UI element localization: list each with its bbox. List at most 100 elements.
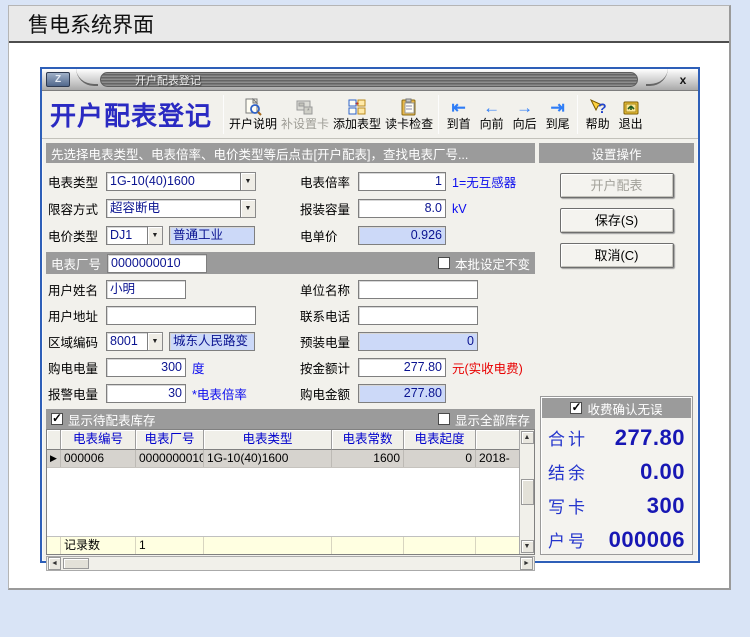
svg-text:?: ? [598, 100, 607, 116]
factory-no-input[interactable]: 0000000010 [107, 254, 207, 273]
read-card-check-button[interactable]: 读卡检查 [383, 96, 435, 133]
table-vertical-scrollbar[interactable]: ▲ ▼ [519, 430, 534, 554]
titlebar-swoosh-right [646, 68, 668, 86]
meter-ratio-hint: 1=无互感器 [452, 172, 516, 191]
toolbar-button-label: 到首 [447, 117, 471, 131]
alarm-qty-hint: *电表倍率 [192, 384, 247, 403]
user-addr-input[interactable] [106, 306, 256, 325]
price-type-desc: 普通工业 [169, 226, 255, 245]
user-name-label: 用户姓名 [48, 280, 106, 299]
footer-cell [204, 537, 332, 554]
write-card-value: 300 [647, 493, 685, 519]
purchase-qty-label: 购电电量 [48, 358, 106, 377]
table-horizontal-scrollbar[interactable]: ◄ ► [46, 556, 535, 571]
toolbar-button-label: 向前 [480, 117, 504, 131]
area-code-select[interactable]: 8001 ▼ [106, 332, 163, 351]
fee-confirm-checkbox[interactable] [570, 402, 582, 414]
titlebar-swoosh-left [76, 68, 98, 86]
purchase-amount-label: 购电金额 [300, 384, 358, 403]
main-area: 先选择电表类型、电表倍率、电价类型等后点击[开户配表]，查找电表厂号... 电表… [46, 143, 535, 557]
toolbar-separator [577, 95, 578, 134]
scroll-right-icon[interactable]: ► [520, 557, 533, 570]
toolbar-button-label: 帮助 [586, 117, 610, 131]
supplement-card-button[interactable]: * 补设置卡 [279, 96, 331, 133]
status-hint-bar: 先选择电表类型、电表倍率、电价类型等后点击[开户配表]，查找电表厂号... [46, 143, 535, 163]
show-all-stock-toggle[interactable]: 显示全部库存 [438, 410, 530, 429]
open-account-meter-button[interactable]: 开户配表 [560, 173, 674, 198]
settings-panel-title: 设置操作 [539, 143, 694, 163]
limit-mode-select[interactable]: 超容断电 ▼ [106, 199, 256, 218]
factory-no-bar: 电表厂号 0000000010 本批设定不变 [46, 252, 535, 274]
cell-factory-no: 0000000010 [136, 450, 204, 467]
chevron-down-icon[interactable]: ▼ [241, 172, 256, 191]
show-all-checkbox[interactable] [438, 413, 450, 425]
cell-meter-constant: 1600 [332, 450, 404, 467]
meter-stock-table: 电表编号 电表厂号 电表类型 电表常数 电表起度 ▶ 000006 000000… [46, 429, 535, 555]
col-extra[interactable] [476, 430, 521, 450]
help-button[interactable]: ? 帮助 [581, 96, 614, 133]
phone-input[interactable] [358, 306, 478, 325]
chevron-down-icon[interactable]: ▼ [148, 226, 163, 245]
col-meter-no[interactable]: 电表编号 [61, 430, 136, 450]
show-pending-checkbox[interactable] [51, 413, 63, 425]
unit-price-value: 0.926 [358, 226, 446, 245]
meter-ratio-input[interactable]: 1 [358, 172, 446, 191]
dialog-title: 开户配表登记 [100, 72, 638, 87]
close-icon[interactable]: x [668, 73, 698, 87]
area-code-desc: 城东人民路变 [169, 332, 255, 351]
purchase-qty-input[interactable]: 300 [106, 358, 186, 377]
exit-button[interactable]: 退出 [614, 96, 647, 133]
price-type-select[interactable]: DJ1 ▼ [106, 226, 163, 245]
next-arrow-icon: → [516, 98, 533, 117]
first-arrow-icon: ⇤ [451, 98, 465, 117]
alarm-qty-input[interactable]: 30 [106, 384, 186, 403]
price-type-value: DJ1 [106, 226, 148, 245]
go-last-button[interactable]: ⇥ 到尾 [541, 96, 574, 133]
chevron-down-icon[interactable]: ▼ [148, 332, 163, 351]
go-first-button[interactable]: ⇤ 到首 [442, 96, 475, 133]
col-meter-constant[interactable]: 电表常数 [332, 430, 404, 450]
total-value: 277.80 [615, 425, 685, 451]
dialog-window: Z 开户配表登记 x 开户配表登记 开户说明 * 补设置卡 [40, 67, 700, 563]
row-marker: ▶ [47, 450, 61, 467]
page-panel: 售电系统界面 Z 开户配表登记 x 开户配表登记 开户说明 * [8, 5, 731, 590]
scroll-thumb[interactable] [521, 479, 534, 505]
by-amount-input[interactable]: 277.80 [358, 358, 446, 377]
batch-fixed-label: 本批设定不变 [455, 254, 530, 273]
save-button[interactable]: 保存(S) [560, 208, 674, 233]
summary-row-total: 合计 277.80 [541, 419, 692, 453]
user-name-input[interactable]: 小明 [106, 280, 186, 299]
by-amount-label: 按金额计 [300, 358, 358, 377]
open-account-help-button[interactable]: 开户说明 [227, 96, 279, 133]
balance-value: 0.00 [640, 459, 685, 485]
svg-text:*: * [307, 108, 310, 115]
cancel-button[interactable]: 取消(C) [560, 243, 674, 268]
go-next-button[interactable]: → 向后 [508, 96, 541, 133]
cell-meter-no: 000006 [61, 450, 136, 467]
unit-name-input[interactable] [358, 280, 478, 299]
go-previous-button[interactable]: ← 向前 [475, 96, 508, 133]
scroll-left-icon[interactable]: ◄ [48, 557, 61, 570]
scroll-thumb[interactable] [63, 558, 89, 569]
col-factory-no[interactable]: 电表厂号 [136, 430, 204, 450]
write-card-label: 写卡 [548, 493, 588, 518]
unit-name-label: 单位名称 [300, 280, 358, 299]
show-all-label: 显示全部库存 [455, 410, 530, 429]
col-meter-type[interactable]: 电表类型 [204, 430, 332, 450]
chevron-down-icon[interactable]: ▼ [241, 199, 256, 218]
area-code-label: 区域编码 [48, 332, 106, 351]
settings-panel: 设置操作 开户配表 保存(S) 取消(C) 收费确认无误 合计 277.80 结… [539, 143, 694, 557]
batch-fixed-checkbox[interactable] [438, 257, 450, 269]
cell-meter-type: 1G-10(40)1600 [204, 450, 332, 467]
scroll-down-icon[interactable]: ▼ [521, 540, 534, 553]
footer-cell [404, 537, 476, 554]
capacity-input[interactable]: 8.0 [358, 199, 446, 218]
show-pending-stock-toggle[interactable]: 显示待配表库存 [51, 410, 156, 429]
col-meter-start[interactable]: 电表起度 [404, 430, 476, 450]
add-meter-type-button[interactable]: + 添加表型 [331, 96, 383, 133]
toolbar: 开户配表登记 开户说明 * 补设置卡 + 添加表型 [42, 91, 698, 139]
scroll-up-icon[interactable]: ▲ [521, 431, 534, 444]
table-row[interactable]: ▶ 000006 0000000010 1G-10(40)1600 1600 0… [47, 450, 534, 468]
meter-type-select[interactable]: 1G-10(40)1600 ▼ [106, 172, 256, 191]
meter-type-value: 1G-10(40)1600 [106, 172, 241, 191]
